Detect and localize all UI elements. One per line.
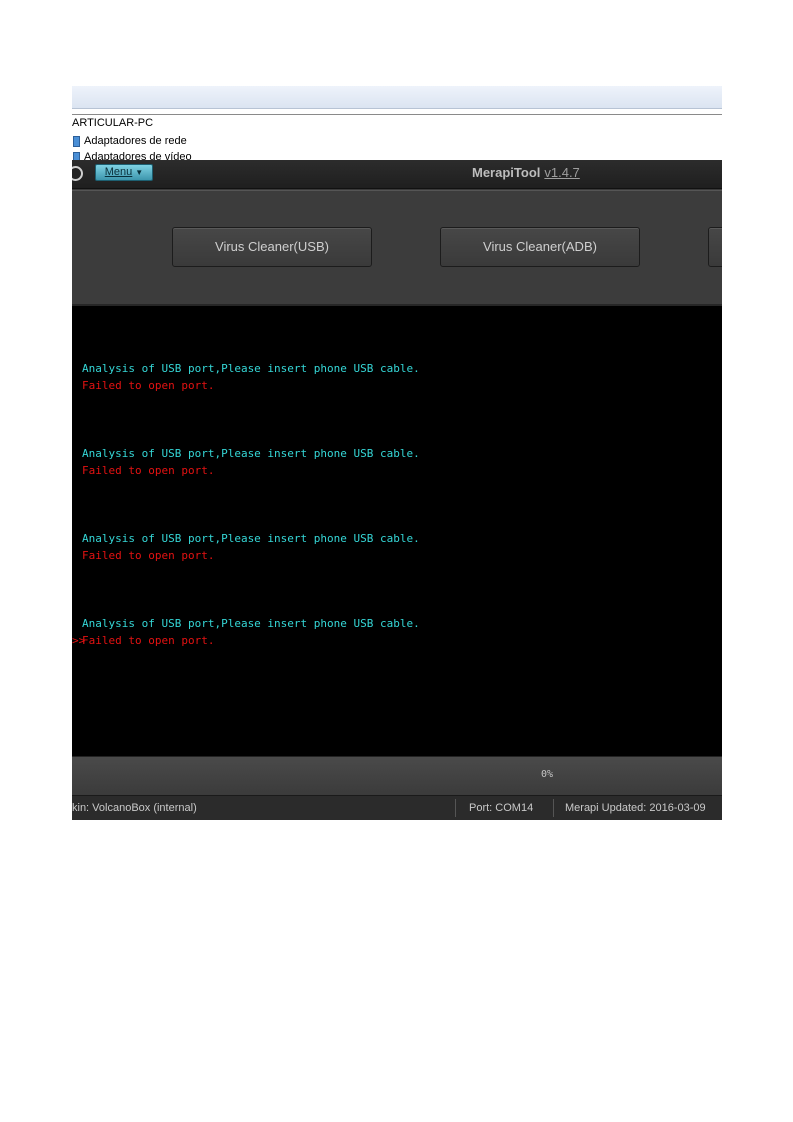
console-prompt: >> [72,634,86,647]
log-info-line: Analysis of USB port,Please insert phone… [82,447,420,460]
log-info-line: Analysis of USB port,Please insert phone… [82,532,420,545]
log-entry: Analysis of USB port,Please insert phone… [82,530,420,564]
progress-bar: 0% [72,756,722,796]
merapitool-window: Menu ▼ MerapiTool v1.4.7 Virus Cleaner(USB… [72,160,722,820]
progress-label: 0% [540,769,554,780]
log-error-line: Failed to open port. [82,379,215,392]
log-error-line: >> Failed to open port. [72,632,420,649]
app-logo-icon [72,166,83,181]
log-info-line: Analysis of USB port,Please insert phone… [82,362,420,375]
log-console[interactable]: Analysis of USB port,Please insert phone… [72,306,722,756]
log-entry: Analysis of USB port,Please insert phone… [82,445,420,479]
status-divider [553,799,554,817]
status-skin: kin: VolcanoBox (internal) [72,802,197,814]
status-updated: Merapi Updated: 2016-03-09 [565,802,706,814]
status-bar: kin: VolcanoBox (internal) Port: COM14 M… [72,795,722,820]
log-error-text: Failed to open port. [82,634,215,647]
menu-button-label: Menu [104,166,133,178]
log-error-line: Failed to open port. [82,464,215,477]
log-error-line: Failed to open port. [82,549,215,562]
explorer-divider [72,114,722,115]
window-title: MerapiTool v1.4.7 [472,165,580,180]
log-entry: Analysis of USB port,Please insert phone… [72,615,420,649]
log-entry: Analysis of USB port,Please insert phone… [82,360,420,394]
toolbar: Virus Cleaner(USB) Virus Cleaner(ADB) [72,191,722,306]
title-bar[interactable]: Menu ▼ MerapiTool v1.4.7 [72,160,722,189]
status-divider [455,799,456,817]
virus-cleaner-usb-button[interactable]: Virus Cleaner(USB) [172,227,372,267]
screenshot-region: ARTICULAR-PC Adaptadores de rede Adaptad… [72,86,722,820]
tree-item-network-adapters[interactable]: Adaptadores de rede [84,135,187,147]
explorer-toolbar [72,86,722,109]
app-name: MerapiTool [472,165,541,180]
app-version-link[interactable]: v1.4.7 [544,165,579,180]
network-adapter-icon [73,136,80,147]
tree-root-computer[interactable]: ARTICULAR-PC [72,117,153,129]
menu-chevron-down-icon: ▼ [135,168,144,177]
menu-button[interactable]: Menu ▼ [95,164,153,181]
status-port: Port: COM14 [469,802,534,814]
virus-cleaner-adb-button[interactable]: Virus Cleaner(ADB) [440,227,640,267]
toolbar-button-partial[interactable] [708,227,722,267]
log-info-line: Analysis of USB port,Please insert phone… [82,617,420,630]
